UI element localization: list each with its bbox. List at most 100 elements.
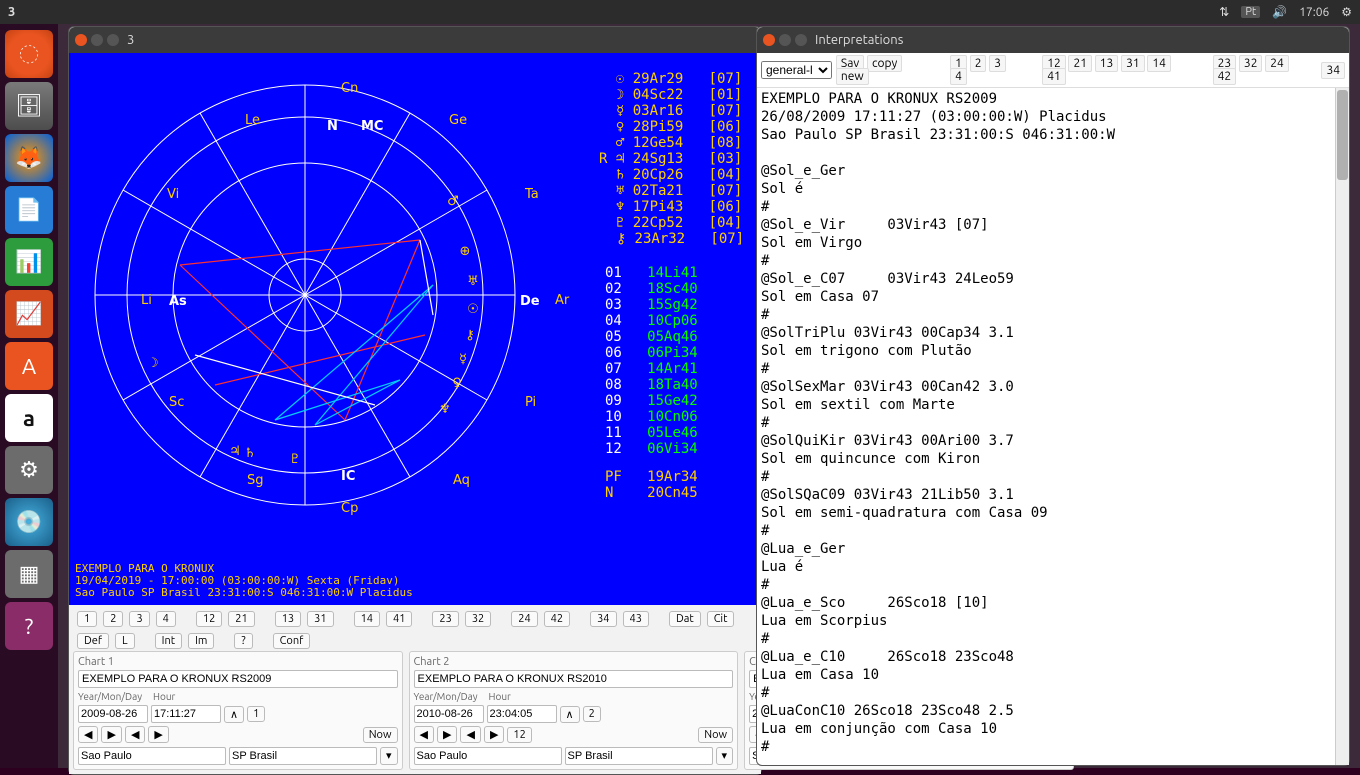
- dash-button[interactable]: ◌: [5, 30, 53, 78]
- toolbar-btn-im[interactable]: Im: [188, 633, 214, 649]
- interp-num-31[interactable]: 31: [1121, 55, 1145, 72]
- chart1-caret-button[interactable]: ∧: [224, 706, 244, 723]
- writer-app[interactable]: 📄: [5, 186, 53, 234]
- clock[interactable]: 17:06: [1299, 6, 1329, 19]
- interp-num-24[interactable]: 24: [1265, 55, 1289, 72]
- chart1-left2[interactable]: ◀: [125, 726, 145, 743]
- interp-num-42[interactable]: 42: [1213, 68, 1237, 85]
- chart2-right[interactable]: ▶: [437, 726, 457, 743]
- interp-num-4[interactable]: 4: [950, 68, 967, 85]
- chart1-region[interactable]: [229, 747, 377, 765]
- chart1-one-button[interactable]: 1: [247, 706, 265, 722]
- chart-canvas: ♂ ♅ ☉ ⚷ ☿ ♀ ♆ ♇ ♄ ☽ ♃ ⊕ Cn: [69, 53, 761, 605]
- chart1-right2[interactable]: ▶: [148, 726, 168, 743]
- toolbar-btn-conf[interactable]: Conf: [273, 633, 311, 649]
- calc-app[interactable]: 📊: [5, 238, 53, 286]
- chart2-time[interactable]: [487, 705, 557, 723]
- interp-text[interactable]: EXEMPLO PARA O KRONUX RS2009 26/08/2009 …: [757, 88, 1335, 765]
- chart2-left2[interactable]: ◀: [460, 726, 480, 743]
- interp-num-41[interactable]: 41: [1042, 68, 1066, 85]
- impress-app[interactable]: 📈: [5, 290, 53, 338]
- scrollbar[interactable]: [1335, 88, 1349, 765]
- toolbar-btn-12[interactable]: 12: [196, 611, 222, 627]
- interp-dropdown[interactable]: general-l: [761, 61, 832, 79]
- chart1-now-button[interactable]: Now: [363, 727, 398, 743]
- toolbar-btn-def[interactable]: Def: [77, 633, 109, 649]
- amazon-app[interactable]: a: [5, 394, 53, 442]
- chart2-num-button[interactable]: 12: [507, 727, 531, 743]
- toolbar-btn-23[interactable]: 23: [432, 611, 458, 627]
- toolbar-btn-24[interactable]: 24: [511, 611, 537, 627]
- chart2-title[interactable]: [414, 670, 734, 688]
- toolbar-btn-int[interactable]: Int: [155, 633, 182, 649]
- toolbar-btn-14[interactable]: 14: [354, 611, 380, 627]
- chart1-time[interactable]: [151, 705, 221, 723]
- interp-titlebar[interactable]: Interpretations: [757, 27, 1349, 53]
- window-title: Interpretations: [815, 33, 903, 47]
- firefox-app[interactable]: 🦊: [5, 134, 53, 182]
- network-icon[interactable]: ⇅: [1219, 5, 1229, 19]
- interp-num-34[interactable]: 34: [1321, 62, 1345, 79]
- software-app[interactable]: A: [5, 342, 53, 390]
- interp-btn-new[interactable]: new: [836, 68, 869, 85]
- chart1-left[interactable]: ◀: [78, 726, 98, 743]
- chart2-region-dd[interactable]: ▾: [716, 747, 734, 765]
- interp-num-21[interactable]: 21: [1068, 55, 1092, 72]
- chart2-date[interactable]: [414, 705, 484, 723]
- chart2-now-button[interactable]: Now: [698, 727, 733, 743]
- chart1-date[interactable]: [78, 705, 148, 723]
- files-app[interactable]: 🗄: [5, 82, 53, 130]
- toolbar-btn-cit[interactable]: Cit: [707, 611, 735, 627]
- toolbar-btn-dat[interactable]: Dat: [669, 611, 701, 627]
- disk-app[interactable]: 💿: [5, 498, 53, 546]
- chart-window-titlebar[interactable]: 3: [69, 27, 761, 53]
- interp-btn-copy[interactable]: copy: [867, 55, 902, 72]
- chart2-right2[interactable]: ▶: [484, 726, 504, 743]
- scrollbar-thumb[interactable]: [1337, 90, 1348, 180]
- minimize-icon[interactable]: [779, 34, 791, 46]
- interp-num-14[interactable]: 14: [1147, 55, 1171, 72]
- chart2-left[interactable]: ◀: [414, 726, 434, 743]
- toolbar-btn-3[interactable]: 3: [129, 611, 149, 627]
- toolbar-btn-34[interactable]: 34: [590, 611, 616, 627]
- gear-icon[interactable]: ⚙: [1341, 5, 1352, 19]
- chart1-region-dd[interactable]: ▾: [380, 747, 398, 765]
- toolbar-btn-2[interactable]: 2: [103, 611, 123, 627]
- chart2-caret-button[interactable]: ∧: [560, 706, 580, 723]
- toolbar-btn-32[interactable]: 32: [465, 611, 491, 627]
- sign-sg: Sg: [247, 473, 264, 488]
- settings-app[interactable]: ⚙: [5, 446, 53, 494]
- volume-icon[interactable]: 🔊: [1272, 5, 1287, 19]
- interp-num-3[interactable]: 3: [989, 55, 1006, 72]
- toolbar-btn-41[interactable]: 41: [386, 611, 412, 627]
- svg-text:☽: ☽: [147, 356, 159, 371]
- chart1-right[interactable]: ▶: [101, 726, 121, 743]
- toolbar-btn-4[interactable]: 4: [156, 611, 176, 627]
- toolbar-btn-42[interactable]: 42: [544, 611, 570, 627]
- maximize-icon[interactable]: [107, 34, 119, 46]
- svg-text:⊕: ⊕: [460, 244, 471, 259]
- close-icon[interactable]: [75, 34, 87, 46]
- close-icon[interactable]: [763, 34, 775, 46]
- interp-num-13[interactable]: 13: [1095, 55, 1119, 72]
- interp-num-32[interactable]: 32: [1239, 55, 1263, 72]
- chart1-city[interactable]: [78, 747, 226, 765]
- toolbar-btn-21[interactable]: 21: [228, 611, 254, 627]
- toolbar-btn-31[interactable]: 31: [307, 611, 333, 627]
- maximize-icon[interactable]: [795, 34, 807, 46]
- toolbar-btn-1[interactable]: 1: [77, 611, 97, 627]
- toolbar-btn-13[interactable]: 13: [275, 611, 301, 627]
- misc-app[interactable]: ▦: [5, 550, 53, 598]
- toolbar-btn-43[interactable]: 43: [623, 611, 649, 627]
- minimize-icon[interactable]: [91, 34, 103, 46]
- chart1-title[interactable]: [78, 670, 398, 688]
- toolbar-btn-?[interactable]: ?: [234, 633, 252, 649]
- help-app[interactable]: ?: [5, 602, 53, 650]
- ime-indicator[interactable]: Pt: [1241, 6, 1260, 18]
- chart2-region[interactable]: [565, 747, 713, 765]
- axis-n: N: [327, 119, 338, 134]
- chart2-city[interactable]: [414, 747, 562, 765]
- toolbar-btn-l[interactable]: L: [115, 633, 135, 649]
- interp-num-2[interactable]: 2: [970, 55, 987, 72]
- chart2-one-button[interactable]: 2: [583, 706, 601, 722]
